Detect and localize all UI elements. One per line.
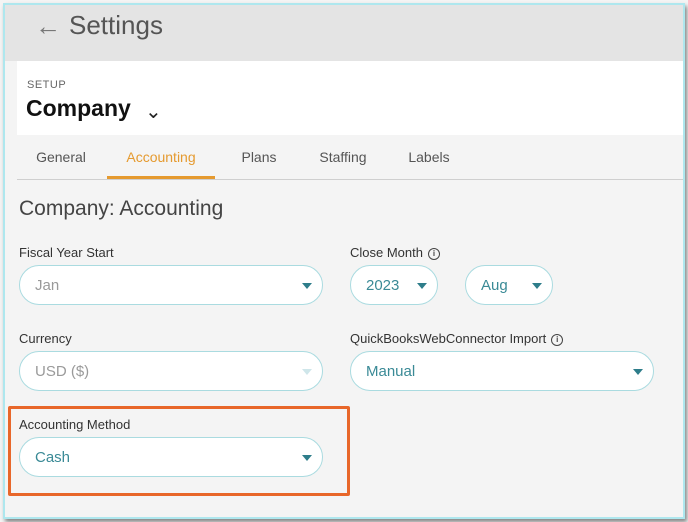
arrow-left-icon[interactable]: ← (35, 13, 61, 39)
company-header: SETUP Company ⌄ (17, 61, 683, 136)
caret-down-icon (302, 455, 312, 461)
company-title[interactable]: Company (26, 95, 131, 122)
currency-value: USD ($) (35, 363, 90, 380)
tab-labels[interactable]: Labels (401, 135, 457, 176)
qb-import-label-wrap: QuickBooksWebConnector Import i (350, 331, 564, 346)
page-title: Settings (69, 10, 163, 40)
fiscal-year-start-select[interactable]: Jan (19, 265, 323, 305)
close-month-label: Close Month (350, 245, 423, 260)
close-month-month-value: Aug (481, 277, 508, 294)
currency-label: Currency (19, 331, 72, 346)
accounting-method-select[interactable]: Cash (19, 437, 323, 477)
caret-down-icon (532, 283, 542, 289)
tab-plans[interactable]: Plans (237, 135, 281, 176)
qb-import-value: Manual (366, 363, 416, 380)
caret-down-icon (417, 283, 427, 289)
tab-bar: General Accounting Plans Staffing Labels (17, 135, 683, 180)
tab-staffing[interactable]: Staffing (313, 135, 373, 176)
info-icon[interactable]: i (551, 334, 564, 346)
close-month-year-select[interactable]: 2023 (350, 265, 438, 305)
info-icon[interactable]: i (427, 248, 440, 260)
tab-accounting[interactable]: Accounting (107, 135, 215, 179)
chevron-down-icon[interactable]: ⌄ (145, 99, 162, 124)
caret-down-icon (302, 283, 312, 289)
caret-down-icon (302, 369, 312, 375)
tab-general[interactable]: General (29, 135, 93, 176)
close-month-month-select[interactable]: Aug (465, 265, 553, 305)
currency-select[interactable]: USD ($) (19, 351, 323, 391)
accounting-method-label: Accounting Method (19, 417, 131, 432)
caret-down-icon (633, 369, 643, 375)
section-title: Company: Accounting (19, 197, 224, 220)
qb-import-label: QuickBooksWebConnector Import (350, 331, 547, 346)
setup-label: SETUP (27, 79, 67, 91)
close-month-year-value: 2023 (366, 277, 400, 294)
close-month-label-wrap: Close Month i (350, 245, 440, 260)
qb-import-select[interactable]: Manual (350, 351, 654, 391)
fiscal-year-start-value: Jan (35, 277, 60, 294)
accounting-method-value: Cash (35, 449, 71, 466)
app-window: ← Settings SETUP Company ⌄ General Accou… (3, 3, 685, 519)
top-bar: ← Settings (5, 5, 683, 61)
fiscal-year-start-label: Fiscal Year Start (19, 245, 114, 260)
